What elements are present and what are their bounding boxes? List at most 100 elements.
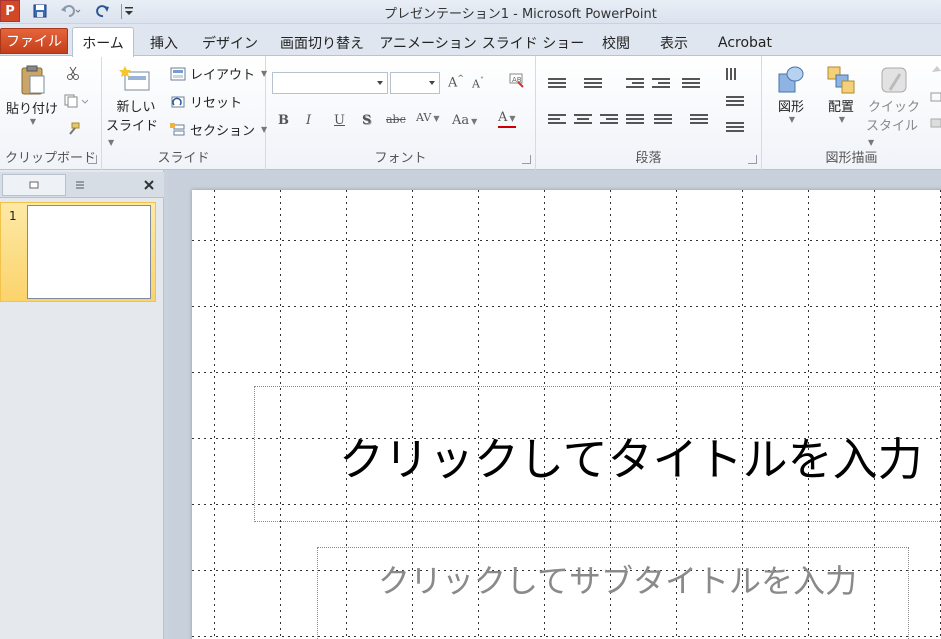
font-group: A^ A˅ AB B I U S abc AV ▼ Aa ▼ A ▼ フォント [266, 56, 536, 170]
paragraph-group: 段落 [536, 56, 762, 170]
tab-view[interactable]: 表示 [656, 30, 692, 56]
slide-canvas[interactable]: クリックしてタイトルを入力 クリックしてサブタイトルを入力 [192, 190, 941, 639]
numbering-icon[interactable] [584, 78, 602, 90]
font-name-dropdown-icon [377, 81, 383, 85]
character-spacing-button[interactable]: AV ▼ [416, 111, 440, 124]
slide-thumbnail[interactable] [27, 205, 151, 299]
strikethrough-button[interactable]: abc [386, 113, 406, 126]
save-icon[interactable] [32, 3, 48, 19]
paragraph-launcher-icon[interactable] [748, 155, 757, 164]
bold-button[interactable]: B [278, 113, 289, 128]
decrease-indent-icon[interactable] [626, 78, 644, 90]
tab-review[interactable]: 校閲 [598, 30, 634, 56]
slide-thumbnail-row[interactable]: 1 [0, 202, 156, 302]
tab-design[interactable]: デザイン [202, 30, 258, 56]
font-color-label: A [498, 110, 508, 125]
shapes-label: 図形 [777, 100, 804, 115]
font-size-dropdown-icon [429, 81, 435, 85]
tab-insert[interactable]: 挿入 [146, 30, 182, 56]
line-spacing-icon[interactable] [682, 78, 700, 90]
tab-slideshow[interactable]: スライド ショー [482, 30, 584, 56]
align-left-icon[interactable] [548, 114, 566, 126]
section-icon [170, 122, 185, 135]
text-direction-icon[interactable] [726, 68, 740, 82]
change-case-dropdown-icon: ▼ [471, 117, 478, 126]
slides-tab-icon[interactable] [2, 174, 66, 196]
change-case-button[interactable]: Aa ▼ [452, 113, 477, 128]
italic-button[interactable]: I [306, 113, 311, 128]
bullets-icon[interactable] [548, 78, 566, 90]
subtitle-placeholder[interactable]: クリックしてサブタイトルを入力 [317, 547, 909, 639]
section-label: セクション [190, 124, 256, 139]
distributed-icon[interactable] [654, 114, 672, 126]
smartart-icon[interactable] [726, 122, 744, 134]
character-spacing-label: AV [416, 111, 432, 124]
format-painter-icon[interactable] [66, 122, 80, 139]
tab-transitions[interactable]: 画面切り替え [279, 30, 365, 56]
shape-fill-icon[interactable] [930, 64, 941, 81]
new-slide-label-line1: 新しい [116, 100, 156, 115]
new-slide-label-line2: スライド ▼ [106, 115, 166, 149]
character-spacing-dropdown-icon: ▼ [433, 114, 440, 123]
customize-icon[interactable] [124, 3, 134, 19]
shape-outline-icon[interactable] [930, 90, 941, 107]
clear-formatting-icon[interactable]: AB [508, 72, 526, 91]
tab-file[interactable]: ファイル [0, 28, 68, 54]
section-button[interactable]: セクション ▼ [170, 120, 267, 139]
arrange-button[interactable]: 配置 ▼ [820, 64, 862, 124]
paragraph-group-label: 段落 [635, 151, 662, 166]
new-slide-button[interactable]: 新しい スライド ▼ [106, 64, 166, 149]
drawing-group-label: 図形描画 [825, 151, 878, 166]
shape-effects-icon[interactable] [930, 116, 941, 133]
title-placeholder[interactable]: クリックしてタイトルを入力 [254, 386, 941, 522]
outline-tab-icon[interactable] [68, 174, 92, 196]
window-title: プレゼンテーション1 - Microsoft PowerPoint [384, 7, 657, 22]
reset-icon [171, 96, 185, 107]
new-slide-icon [119, 66, 150, 91]
text-shadow-button[interactable]: S [362, 113, 371, 128]
drawing-group: 図形 ▼ 配置 ▼ クイック スタイル ▼ 図形描画 [762, 56, 941, 170]
undo-icon[interactable] [58, 3, 84, 19]
copy-icon[interactable] [64, 94, 89, 111]
paste-button[interactable]: 貼り付け ▼ [4, 64, 60, 126]
layout-button[interactable]: レイアウト ▼ [170, 64, 267, 83]
paste-dropdown-icon[interactable]: ▼ [30, 117, 36, 126]
align-text-icon[interactable] [726, 96, 744, 108]
arrange-dropdown-icon: ▼ [838, 115, 846, 124]
clipboard-group-label: クリップボード [4, 151, 96, 166]
tab-animations[interactable]: アニメーション [379, 30, 476, 56]
slides-panel: 1 [0, 170, 164, 639]
justify-icon[interactable] [626, 114, 644, 126]
font-group-label: フォント [374, 151, 427, 166]
shrink-font-label: A [472, 77, 480, 91]
increase-indent-icon[interactable] [652, 78, 670, 90]
tab-home[interactable]: ホーム [72, 27, 134, 57]
quick-styles-dropdown-icon: ▼ [868, 138, 875, 147]
change-case-label: Aa [452, 113, 470, 128]
slide-edit-area: クリックしてタイトルを入力 クリックしてサブタイトルを入力 [168, 170, 941, 639]
font-launcher-icon[interactable] [522, 155, 531, 164]
align-center-icon[interactable] [574, 114, 592, 126]
underline-button[interactable]: U [334, 113, 345, 128]
powerpoint-app-icon[interactable]: P [0, 0, 20, 22]
shapes-button[interactable]: 図形 ▼ [770, 64, 812, 124]
quick-styles-button[interactable]: クイック スタイル ▼ [866, 64, 922, 149]
clipboard-launcher-icon[interactable] [88, 155, 97, 164]
cut-icon[interactable] [66, 66, 80, 83]
redo-icon[interactable] [94, 3, 112, 19]
font-color-button[interactable]: A ▼ [498, 111, 516, 128]
close-panel-icon[interactable] [138, 174, 160, 196]
paste-label: 貼り付け [5, 102, 58, 117]
arrange-label: 配置 [827, 100, 854, 115]
font-size-combo[interactable] [390, 72, 440, 94]
svg-text:AB: AB [512, 76, 522, 84]
columns-icon[interactable] [690, 114, 708, 126]
reset-button[interactable]: リセット [170, 92, 242, 111]
grow-font-icon[interactable]: A^ [448, 74, 464, 90]
quick-styles-label-line2: スタイル ▼ [866, 115, 922, 149]
font-name-combo[interactable] [272, 72, 388, 94]
shrink-font-icon[interactable]: A˅ [472, 76, 484, 91]
tab-acrobat[interactable]: Acrobat [714, 30, 776, 56]
new-slide-dropdown-icon[interactable]: ▼ [108, 138, 114, 147]
align-right-icon[interactable] [600, 114, 618, 126]
